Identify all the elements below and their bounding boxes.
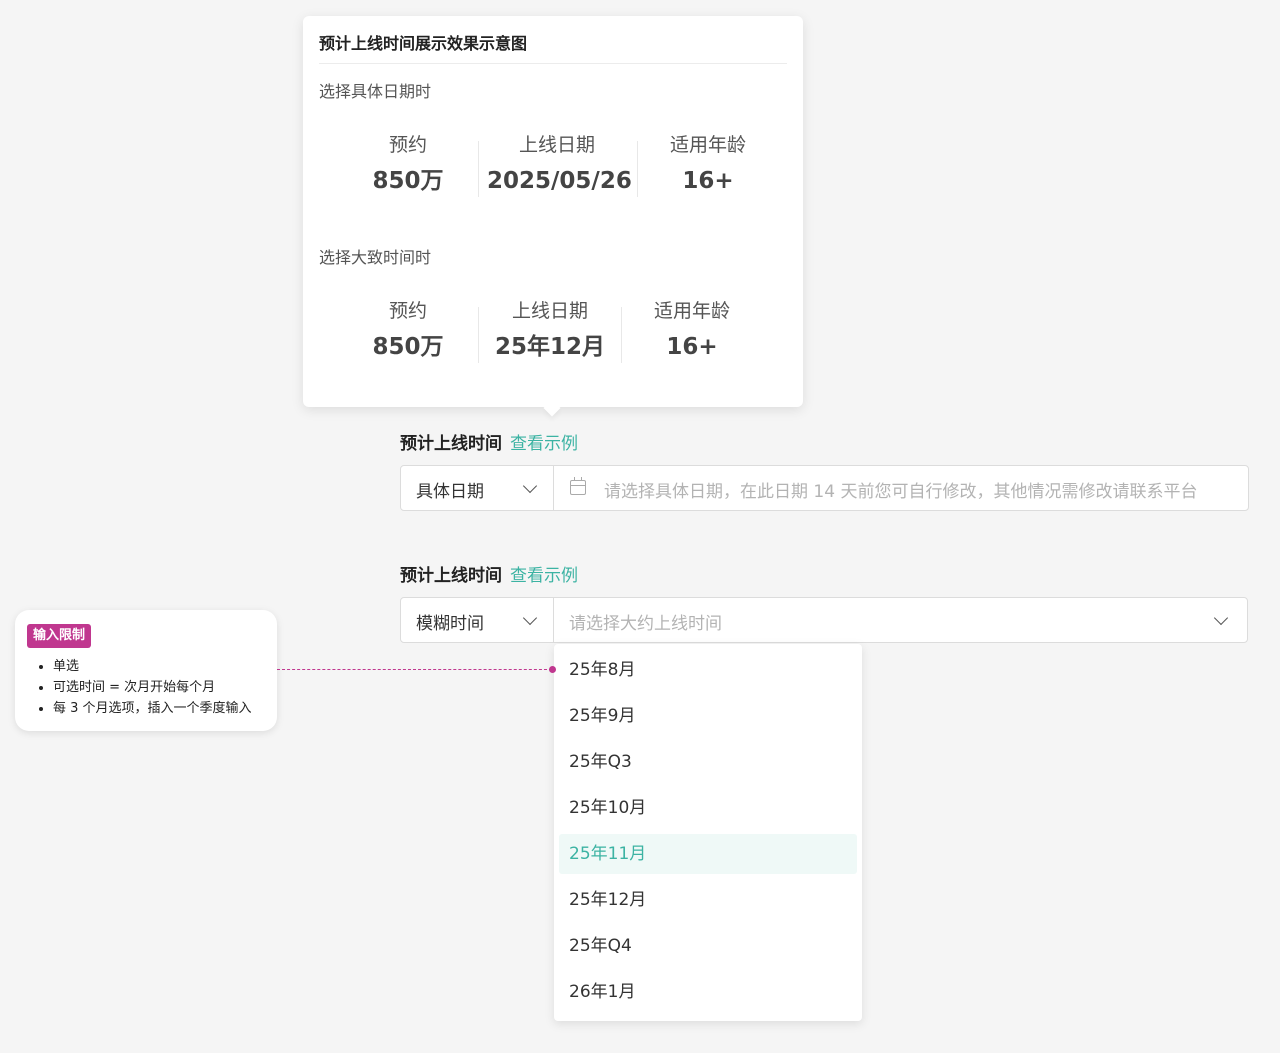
annotation-connector-dot xyxy=(549,666,556,673)
popover-divider xyxy=(319,63,787,64)
dropdown-option-selected[interactable]: 25年11月 xyxy=(559,834,857,874)
field-label-launch-time: 预计上线时间 查看示例 xyxy=(400,561,578,586)
stat-label: 适用年龄 xyxy=(653,300,730,322)
mode-select-value: 具体日期 xyxy=(416,482,484,502)
stat-divider xyxy=(621,307,622,363)
time-dropdown-menu: 25年8月 25年9月 25年Q3 25年10月 25年11月 25年12月 2… xyxy=(554,644,862,1021)
stat-label: 上线日期 xyxy=(518,134,595,156)
restriction-item: 单选 xyxy=(53,656,252,677)
stat-value: 2025/05/26 xyxy=(487,168,632,194)
stat-reservations: 预约 850万 xyxy=(358,133,458,196)
date-picker-input[interactable]: 请选择具体日期，在此日期 14 天前您可自行修改，其他情况需修改请联系平台 xyxy=(604,477,1197,502)
stat-launch-date: 上线日期 2025/05/26 xyxy=(487,133,632,196)
stat-value: 850万 xyxy=(372,168,444,194)
approx-time-select[interactable]: 请选择大约上线时间 xyxy=(569,609,722,634)
restriction-item: 每 3 个月选项，插入一个季度输入 xyxy=(53,698,252,719)
view-example-link[interactable]: 查看示例 xyxy=(510,566,578,586)
chevron-down-icon xyxy=(522,610,538,626)
dropdown-option[interactable]: 25年10月 xyxy=(559,788,857,828)
mode-select-fuzzy[interactable]: 模糊时间 xyxy=(401,598,554,642)
dropdown-option[interactable]: 25年Q4 xyxy=(559,926,857,966)
stat-age-rating: 适用年龄 16+ xyxy=(642,299,742,362)
stat-value: 16+ xyxy=(682,168,734,194)
launch-date-input-group: 具体日期 请选择具体日期，在此日期 14 天前您可自行修改，其他情况需修改请联系… xyxy=(400,465,1249,511)
stat-launch-date: 上线日期 25年12月 xyxy=(490,299,610,362)
stat-value: 25年12月 xyxy=(494,334,605,360)
approx-time-input-group: 模糊时间 请选择大约上线时间 xyxy=(400,597,1248,643)
dropdown-option[interactable]: 26年1月 xyxy=(559,972,857,1012)
stat-label: 适用年龄 xyxy=(669,134,746,156)
dropdown-option[interactable]: 25年12月 xyxy=(559,880,857,920)
restriction-list: 单选 可选时间 = 次月开始每个月 每 3 个月选项，插入一个季度输入 xyxy=(35,656,252,719)
stat-divider xyxy=(478,141,479,197)
section-approx-time: 选择大致时间时 xyxy=(319,248,432,267)
dropdown-option[interactable]: 25年Q3 xyxy=(559,742,857,782)
stat-label: 预约 xyxy=(388,300,427,322)
field-label-text: 预计上线时间 xyxy=(400,434,502,454)
stat-age-rating: 适用年龄 16+ xyxy=(658,133,758,196)
popover-title: 预计上线时间展示效果示意图 xyxy=(319,34,528,53)
input-restriction-badge: 输入限制 xyxy=(27,624,92,648)
dropdown-option[interactable]: 25年8月 xyxy=(559,650,857,690)
field-label-launch-time: 预计上线时间 查看示例 xyxy=(400,429,578,454)
mode-select-specific[interactable]: 具体日期 xyxy=(401,466,554,510)
section-specific-date: 选择具体日期时 xyxy=(319,82,432,101)
calendar-icon xyxy=(570,477,586,495)
stat-value: 850万 xyxy=(372,334,444,360)
stat-reservations: 预约 850万 xyxy=(358,299,458,362)
stat-divider xyxy=(637,141,638,197)
stat-row-specific: 预约 850万 上线日期 2025/05/26 适用年龄 16+ xyxy=(303,133,803,203)
stat-value: 16+ xyxy=(666,334,718,360)
input-restriction-note: 输入限制 单选 可选时间 = 次月开始每个月 每 3 个月选项，插入一个季度输入 xyxy=(15,610,277,731)
mode-select-value: 模糊时间 xyxy=(416,614,484,634)
restriction-item: 可选时间 = 次月开始每个月 xyxy=(53,677,252,698)
view-example-link[interactable]: 查看示例 xyxy=(510,434,578,454)
stat-divider xyxy=(478,307,479,363)
stat-label: 上线日期 xyxy=(511,300,588,322)
stat-label: 预约 xyxy=(388,134,427,156)
annotation-connector-line xyxy=(277,669,552,670)
dropdown-option[interactable]: 25年9月 xyxy=(559,696,857,736)
chevron-down-icon[interactable] xyxy=(1213,610,1229,626)
stat-row-approx: 预约 850万 上线日期 25年12月 适用年龄 16+ xyxy=(303,299,803,369)
example-popover: 预计上线时间展示效果示意图 选择具体日期时 预约 850万 上线日期 2025/… xyxy=(303,16,803,407)
chevron-down-icon xyxy=(522,478,538,494)
field-label-text: 预计上线时间 xyxy=(400,566,502,586)
